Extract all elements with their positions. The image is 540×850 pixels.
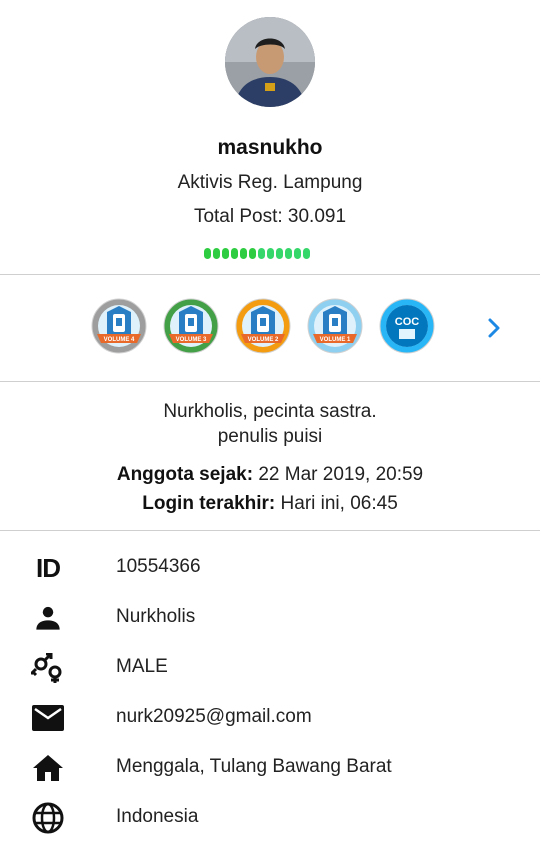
coc-badge[interactable]: COC [379,298,435,354]
bio-line: penulis puisi [217,426,323,447]
gender-icon [30,650,66,686]
reputation-dot [258,248,265,259]
total-post: Total Post: 30.091 [193,206,347,227]
person-icon [30,600,66,636]
reputation-dot [294,248,301,259]
email-icon [30,700,66,736]
reputation-dot [222,248,229,259]
user-rank: Aktivis Reg. Lampung [177,172,363,193]
reputation-dot [231,248,238,259]
info-row-id: ID 10554366 [0,550,540,600]
last-login: Login terakhir: Hari ini, 06:45 [0,493,540,515]
email: nurk20925@gmail.com [116,706,312,727]
user-id: 10554366 [116,556,201,577]
joined-date: Anggota sejak: 22 Mar 2019, 20:59 [0,464,540,486]
full-name: Nurkholis [116,606,196,627]
svg-text:VOLUME 1: VOLUME 1 [320,337,351,343]
country: Indonesia [116,806,199,827]
reputation-dot [276,248,283,259]
reputation-bar [204,248,310,260]
svg-text:VOLUME 3: VOLUME 3 [176,337,207,343]
reputation-dot [213,248,220,259]
location: Menggala, Tulang Bawang Barat [116,756,392,777]
avatar[interactable] [225,17,315,107]
last-login-label: Login terakhir: [142,493,276,514]
username: masnukho [217,136,323,159]
volume-1-badge[interactable]: VOLUME 1 [307,298,363,354]
divider [0,530,540,531]
divider [0,274,540,275]
bio-line: Nurkholis, pecinta sastra. [163,401,377,422]
info-row-location: Menggala, Tulang Bawang Barat [0,750,540,800]
info-row-country: Indonesia [0,800,540,850]
info-row-gender: MALE [0,650,540,700]
joined-value: 22 Mar 2019, 20:59 [253,464,424,485]
last-login-value: Hari ini, 06:45 [275,493,398,514]
info-row-name: Nurkholis [0,600,540,650]
svg-text:VOLUME 4: VOLUME 4 [104,337,135,343]
home-icon [30,750,66,786]
volume-3-badge[interactable]: VOLUME 3 [163,298,219,354]
reputation-dot [285,248,292,259]
id-icon: ID [36,552,61,583]
svg-text:VOLUME 2: VOLUME 2 [248,337,279,343]
reputation-dot [249,248,256,259]
volume-2-badge[interactable]: VOLUME 2 [235,298,291,354]
divider [0,381,540,382]
reputation-dot [240,248,247,259]
badge-list: VOLUME 4 VOLUME 3 VOLUME 2 VOLUME 1 COC [91,298,435,358]
globe-icon [30,800,66,836]
reputation-dot [303,248,310,259]
chevron-right-icon[interactable] [484,314,506,342]
svg-text:COC: COC [395,316,420,328]
info-row-email: nurk20925@gmail.com [0,700,540,750]
joined-label: Anggota sejak: [116,464,254,485]
reputation-dot [267,248,274,259]
bio: Nurkholis, pecinta sastra. penulis puisi [0,399,540,449]
volume-4-badge[interactable]: VOLUME 4 [91,298,147,354]
gender: MALE [116,656,168,677]
reputation-dot [204,248,211,259]
